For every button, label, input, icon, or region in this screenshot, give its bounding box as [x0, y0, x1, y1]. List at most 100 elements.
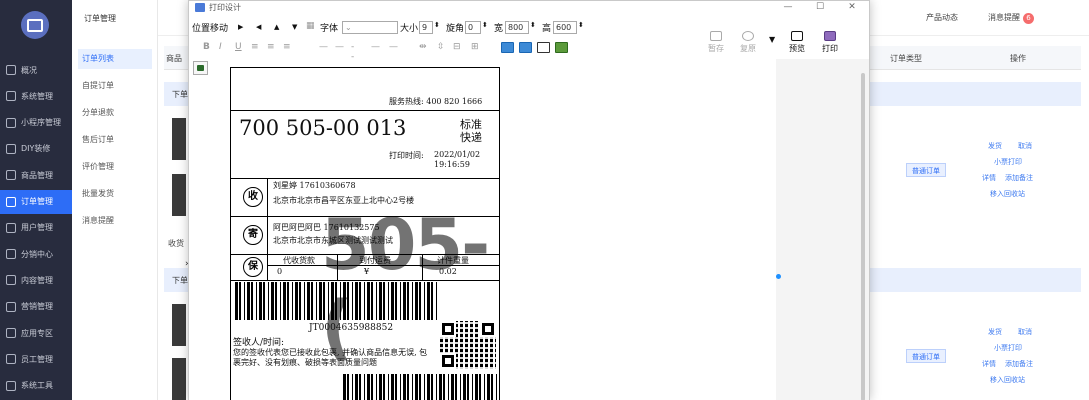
detail-link[interactable]: 详情 [982, 173, 996, 183]
mini-print-link[interactable]: 小票打印 [994, 157, 1022, 167]
v-space-icon[interactable]: ⊞ [471, 42, 479, 52]
move-right-icon[interactable]: ▶ [238, 23, 243, 31]
sidebar-item[interactable]: DIY装修 [0, 137, 72, 161]
add-note-link[interactable]: 添加备注 [1005, 359, 1033, 369]
barcode-bar [427, 282, 430, 320]
sidebar-item[interactable]: 内容管理 [0, 268, 72, 292]
barcode-bar [371, 282, 373, 320]
sub-navigation: 订单管理 订单列表 自提订单 分单退款 售后订单 评价管理 批量发货 消息提醒 [72, 0, 158, 400]
align-left-icon[interactable]: ≡ [251, 42, 259, 52]
move-recycle-link[interactable]: 移入回收站 [990, 189, 1025, 199]
canvas-outside-area [776, 59, 869, 400]
sidebar-item[interactable]: 员工管理 [0, 347, 72, 371]
sidebar-item[interactable]: 系统管理 [0, 84, 72, 108]
move-left-icon[interactable]: ◀ [256, 23, 261, 31]
mini-print-link[interactable]: 小票打印 [994, 343, 1022, 353]
resize-handle[interactable] [776, 274, 781, 279]
same-height-icon[interactable]: ⇳ [437, 42, 445, 52]
line-dash-icon[interactable]: — [335, 42, 344, 52]
sidebar-item[interactable]: 概况 [0, 58, 72, 82]
size-stepper[interactable]: ⬍ [434, 21, 440, 29]
barcode-bar [460, 374, 461, 400]
subnav-item[interactable]: 售后订单 [78, 130, 152, 150]
height-input[interactable]: 600 [553, 21, 577, 34]
width-input[interactable]: 800 [505, 21, 529, 34]
save-draft-button[interactable]: 暂存 [703, 31, 729, 54]
add-barcode-tool-icon[interactable] [537, 42, 550, 53]
height-stepper[interactable]: ⬍ [578, 21, 584, 29]
vertical-scrollbar[interactable] [861, 73, 865, 400]
italic-icon[interactable]: I [219, 42, 222, 52]
subnav-item[interactable]: 自提订单 [78, 76, 152, 96]
sidebar-item-label: 小程序管理 [21, 118, 61, 128]
subnav-item[interactable]: 消息提醒 [78, 211, 152, 231]
align-right-icon[interactable]: ≡ [283, 42, 291, 52]
sidebar-item[interactable]: 小程序管理 [0, 111, 72, 135]
close-button[interactable]: ✕ [837, 1, 867, 15]
sidebar-item[interactable]: 分销中心 [0, 242, 72, 266]
width-stepper[interactable]: ⬍ [530, 21, 536, 29]
ship-link[interactable]: 发货 [988, 327, 1002, 337]
move-down-icon[interactable]: ▼ [292, 23, 297, 31]
same-width-icon[interactable]: ⇹ [419, 42, 427, 52]
add-note-link[interactable]: 添加备注 [1005, 173, 1033, 183]
restore-button[interactable]: 复原 [735, 31, 761, 54]
subnav-item[interactable]: 评价管理 [78, 157, 152, 177]
message-alert-link[interactable]: 消息提醒 6 [988, 12, 1034, 24]
align-center-icon[interactable]: ≡ [267, 42, 275, 52]
print-button[interactable]: 打印 [817, 31, 843, 54]
product-news-link[interactable]: 产品动态 [926, 12, 958, 23]
bold-icon[interactable]: B [203, 42, 210, 52]
move-up-icon[interactable]: ▲ [274, 23, 279, 31]
waybill-label[interactable]: 服务热线: 400 820 1666 700 505-00 013 标准 快递 … [230, 67, 500, 400]
underline-icon[interactable]: U [235, 42, 242, 52]
barcode-bar [424, 374, 425, 400]
line-thin-icon[interactable]: — [371, 42, 380, 52]
size-input[interactable]: 9 [419, 21, 433, 34]
product-thumbnail[interactable] [172, 358, 186, 400]
add-table-tool-icon[interactable] [555, 42, 568, 53]
add-image-tool-icon[interactable] [519, 42, 532, 53]
col-cod-header: 代收货款 [283, 256, 315, 265]
line-solid-icon[interactable]: — [319, 42, 328, 52]
sidebar-item-icon [6, 249, 16, 260]
sidebar-item[interactable]: 订单管理 [0, 189, 72, 214]
product-thumbnail[interactable] [172, 304, 186, 346]
product-thumbnail[interactable] [172, 118, 186, 160]
collapse-arrow-icon[interactable]: › [185, 259, 189, 269]
add-text-tool-icon[interactable] [501, 42, 514, 53]
barcode-bar [412, 282, 413, 320]
minimize-button[interactable]: — [773, 1, 803, 15]
h-space-icon[interactable]: ⊟ [453, 42, 461, 52]
restore-dropdown-icon[interactable]: ▼ [769, 35, 775, 44]
sidebar-item[interactable]: 营销管理 [0, 295, 72, 319]
service-hotline: 服务热线: 400 820 1666 [389, 97, 483, 106]
grid-icon[interactable]: ▦ [306, 21, 315, 31]
sidebar-item[interactable]: 用户管理 [0, 216, 72, 240]
cancel-link[interactable]: 取消 [1018, 327, 1032, 337]
app-logo-icon[interactable] [21, 11, 49, 39]
dialog-titlebar[interactable]: 打印设计 — ☐ ✕ [189, 1, 869, 15]
product-thumbnail[interactable] [172, 174, 186, 216]
sidebar-item[interactable]: 商品管理 [0, 163, 72, 187]
cancel-link[interactable]: 取消 [1018, 141, 1032, 151]
subnav-item[interactable]: 订单列表 [78, 49, 152, 69]
ship-link[interactable]: 发货 [988, 141, 1002, 151]
message-alert-label: 消息提醒 [988, 13, 1020, 22]
move-recycle-link[interactable]: 移入回收站 [990, 375, 1025, 385]
sidebar-item[interactable]: 系统工具 [0, 374, 72, 398]
subnav-item[interactable]: 分单退款 [78, 103, 152, 123]
rotate-input[interactable]: 0 [465, 21, 481, 34]
detail-link[interactable]: 详情 [982, 359, 996, 369]
maximize-button[interactable]: ☐ [805, 1, 835, 15]
preview-button[interactable]: 预览 [784, 31, 810, 54]
line-thick-icon[interactable]: — [389, 42, 398, 52]
group-label: 下单 [172, 276, 188, 285]
sidebar-item[interactable]: 应用专区 [0, 321, 72, 345]
subnav-item[interactable]: 批量发货 [78, 184, 152, 204]
canvas-corner-tool-icon[interactable] [193, 61, 208, 75]
font-select[interactable]: ⌄ [342, 21, 398, 34]
barcode-bar [448, 374, 449, 400]
rotate-label: 旋角 [446, 24, 465, 34]
rotate-stepper[interactable]: ⬍ [482, 21, 488, 29]
